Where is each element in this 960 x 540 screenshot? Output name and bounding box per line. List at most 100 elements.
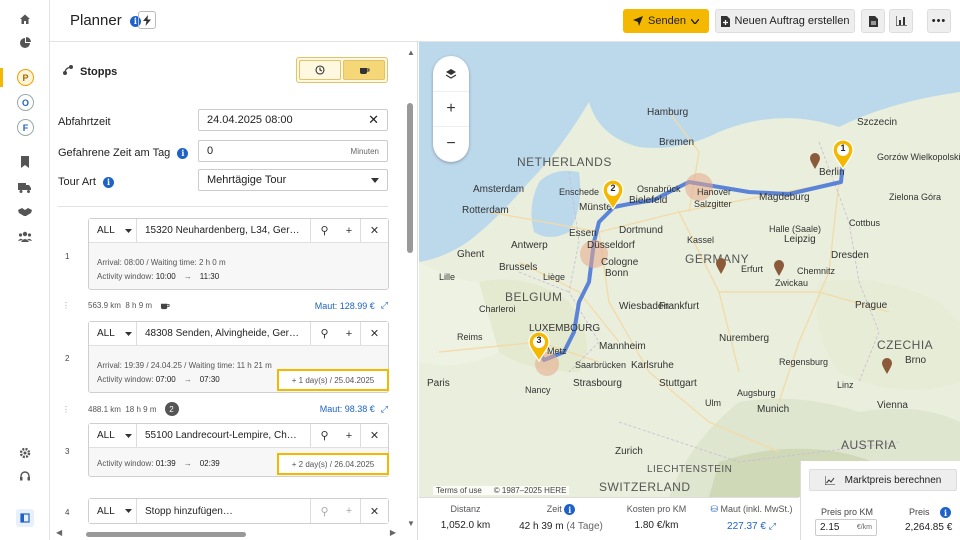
add-icon[interactable]: + xyxy=(338,499,360,523)
location-pin-icon[interactable]: ⚲ xyxy=(310,424,338,447)
day-offset-badge: + 2 day(s) / 26.04.2025 xyxy=(277,453,389,475)
route-pin[interactable]: 1 xyxy=(832,139,854,171)
rail-active-indicator xyxy=(0,68,3,87)
route-pin[interactable]: 2 xyxy=(602,179,624,211)
nav-rail: P O F xyxy=(0,0,50,540)
rail-item-o[interactable]: O xyxy=(17,94,34,111)
pie-chart-icon[interactable] xyxy=(17,35,33,51)
scroll-down-icon[interactable]: ▼ xyxy=(407,519,415,528)
close-icon[interactable]: ✕ xyxy=(360,219,388,242)
handshake-icon[interactable] xyxy=(17,204,33,220)
scrollbar-thumb[interactable] xyxy=(407,103,413,253)
info-icon[interactable]: i xyxy=(102,176,114,188)
expand-icon[interactable]: ⤢ xyxy=(769,521,776,531)
location-pin-icon[interactable]: ⚲ xyxy=(310,219,338,242)
add-icon[interactable]: + xyxy=(338,219,360,242)
driven-time-input[interactable]: 0 Minuten xyxy=(198,140,388,162)
price-per-km-input[interactable]: 2.15 €/km xyxy=(815,519,877,536)
location-pin-icon[interactable]: ⚲ xyxy=(310,499,338,523)
map-label: Bielefeld xyxy=(629,195,668,206)
close-icon[interactable]: ✕ xyxy=(360,322,388,345)
add-icon[interactable]: + xyxy=(338,424,360,447)
scroll-up-icon[interactable]: ▲ xyxy=(407,48,415,57)
location-pin-icon[interactable]: ⚲ xyxy=(310,322,338,345)
poi-cluster-marker[interactable] xyxy=(715,257,727,275)
filter-select[interactable]: ALL xyxy=(89,322,137,345)
more-options-button[interactable]: ••• xyxy=(927,9,951,33)
route-icon xyxy=(63,65,73,75)
pin-label: 3 xyxy=(536,335,542,345)
map-label: Mannheim xyxy=(599,341,646,352)
map-label: Ghent xyxy=(457,249,485,260)
home-icon[interactable] xyxy=(17,11,33,27)
bookmark-icon[interactable] xyxy=(17,154,33,170)
map-label: Regensburg xyxy=(779,357,829,367)
coffee-toggle[interactable] xyxy=(343,60,385,80)
maut-value[interactable]: 227.37 € xyxy=(727,521,766,532)
scrollbar-thumb[interactable] xyxy=(86,532,246,537)
terms-link[interactable]: Terms of use xyxy=(436,486,482,495)
panel-scrollbar[interactable]: ▲ ▼ xyxy=(405,48,415,528)
send-button[interactable]: Senden xyxy=(623,9,709,33)
top-bar: Planner i Senden Neuen Auftrag erstellen… xyxy=(50,0,960,42)
stop-address[interactable]: 48308 Senden, Alvingheide, Ger… xyxy=(137,328,310,339)
chevron-down-icon xyxy=(690,18,699,24)
filter-value: ALL xyxy=(97,328,115,339)
map-label: Munich xyxy=(757,404,790,415)
scroll-right-icon[interactable]: ▶ xyxy=(390,528,396,537)
map-label: Ulm xyxy=(705,398,721,408)
map-label: Rotterdam xyxy=(462,205,509,216)
scroll-left-icon[interactable]: ◀ xyxy=(56,528,62,537)
poi-cluster-marker[interactable] xyxy=(809,152,821,170)
users-icon[interactable] xyxy=(17,228,33,244)
close-icon[interactable]: ✕ xyxy=(360,424,388,447)
day-offset-badge: + 1 day(s) / 25.04.2025 xyxy=(277,369,389,391)
clear-icon[interactable]: ✕ xyxy=(368,112,379,128)
settings-gear-icon[interactable] xyxy=(17,445,33,461)
filter-select[interactable]: ALL xyxy=(89,424,137,447)
new-order-button[interactable]: Neuen Auftrag erstellen xyxy=(715,9,855,33)
info-icon[interactable]: i xyxy=(564,504,576,516)
expand-icon[interactable]: ⤢ xyxy=(381,300,388,311)
bolt-icon[interactable] xyxy=(138,11,156,29)
truck-icon[interactable] xyxy=(17,179,33,195)
add-stop-input[interactable]: Stopp hinzufügen… xyxy=(137,506,310,517)
rail-item-p[interactable]: P xyxy=(17,69,34,86)
info-icon[interactable]: i xyxy=(940,507,952,519)
filter-select[interactable]: ALL xyxy=(89,219,137,242)
document-button[interactable] xyxy=(861,9,885,33)
support-headset-icon[interactable] xyxy=(17,469,33,485)
drag-handle-icon[interactable]: ⋮ xyxy=(62,405,70,414)
rail-item-f[interactable]: F xyxy=(17,119,34,136)
tour-type-select[interactable]: Mehrtägige Tour xyxy=(198,169,388,191)
filter-value: ALL xyxy=(97,430,115,441)
segment-maut[interactable]: Maut: 128.99 € xyxy=(315,301,375,311)
bar-chart-icon xyxy=(895,16,907,26)
departure-field[interactable]: 24.04.2025 08:00 ✕ xyxy=(198,109,388,131)
stop-address[interactable]: 15320 Neuhardenberg, L34, Ger… xyxy=(137,225,310,236)
map-label: Reims xyxy=(457,332,483,342)
map-label: Strasbourg xyxy=(573,378,622,389)
zoom-out-button[interactable]: − xyxy=(433,126,469,161)
clock-toggle[interactable] xyxy=(299,60,341,80)
tour-type-label-text: Tour Art xyxy=(58,176,96,188)
zoom-in-button[interactable]: + xyxy=(433,91,469,126)
info-icon[interactable]: i xyxy=(177,147,189,159)
poi-cluster-marker[interactable] xyxy=(773,259,785,277)
add-icon[interactable]: + xyxy=(338,322,360,345)
layers-icon[interactable] xyxy=(433,56,469,91)
close-icon[interactable]: ✕ xyxy=(360,499,388,523)
poi-cluster-marker[interactable] xyxy=(881,357,893,375)
market-price-button[interactable]: Marktpreis berechnen xyxy=(809,469,957,491)
segment-maut[interactable]: Maut: 98.38 € xyxy=(320,404,375,414)
route-map[interactable]: Hamburg Szczecin NETHERLANDS Bremen Berl… xyxy=(419,42,960,497)
drag-handle-icon[interactable]: ⋮ xyxy=(62,301,70,310)
stop-address[interactable]: 55100 Landrecourt-Lempire, Ch… xyxy=(137,430,310,441)
bar-chart-button[interactable] xyxy=(889,9,913,33)
collapse-panel-icon[interactable] xyxy=(16,509,34,527)
stop-arrival: Arrival: 08:00 / Waiting time: 2 h 0 m xyxy=(97,257,226,267)
expand-icon[interactable]: ⤢ xyxy=(381,404,388,415)
filter-select[interactable]: ALL xyxy=(89,499,137,523)
route-pin[interactable]: 3 xyxy=(528,331,550,363)
horizontal-scrollbar[interactable]: ◀ ▶ xyxy=(56,528,396,538)
